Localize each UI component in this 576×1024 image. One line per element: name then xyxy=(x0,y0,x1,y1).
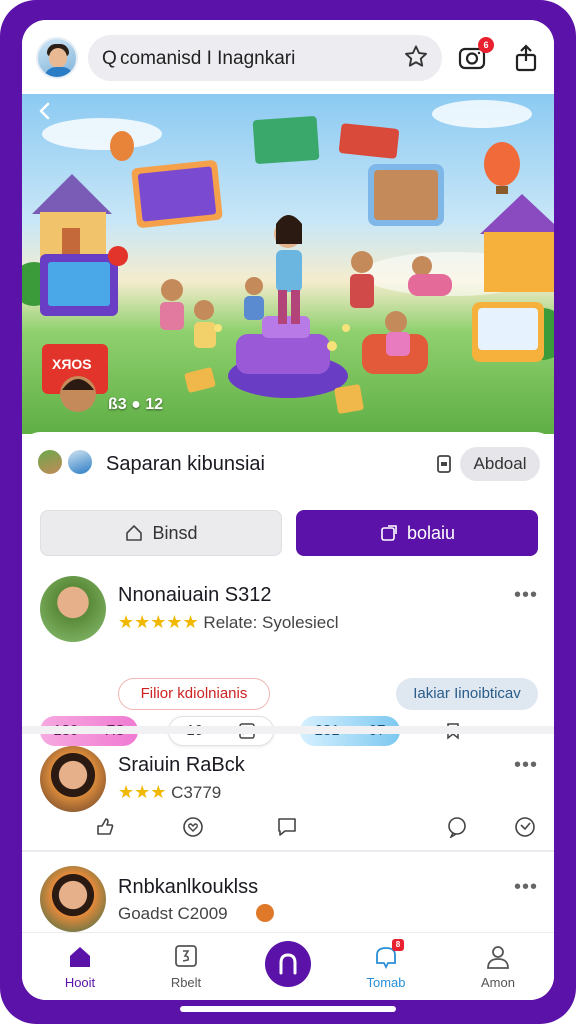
edit-icon xyxy=(381,525,397,541)
nav-profile[interactable]: Amon xyxy=(458,933,538,1000)
search-bar[interactable]: Q comanisd I Inagnkari xyxy=(88,35,442,81)
more-options-icon[interactable]: ••• xyxy=(514,876,538,899)
post-rating: ★★★★★ Relate: Syolesiecl xyxy=(118,612,339,633)
nav-notifications-label: Tomab xyxy=(366,975,406,990)
home-outline-icon xyxy=(126,525,143,541)
hero-illustration: XЯOS ß3 ● 12 xyxy=(22,94,554,434)
like-icon[interactable] xyxy=(94,816,116,838)
join-button[interactable]: Abdoal xyxy=(460,447,540,481)
star-icon[interactable] xyxy=(402,43,430,71)
document-icon[interactable] xyxy=(434,454,454,474)
post-author-name: Sraiuin RaBck xyxy=(118,754,245,776)
more-options-icon[interactable]: ••• xyxy=(514,584,538,607)
bottom-navigation: Hooit Rbelt 8 Tomab Amon xyxy=(22,932,554,1000)
nav-notifications[interactable]: 8 Tomab xyxy=(346,933,426,1000)
chat-bubble-icon[interactable] xyxy=(446,816,468,838)
post-author-avatar[interactable] xyxy=(40,866,106,932)
grid-icon xyxy=(175,945,197,967)
community-title: Saparan kibunsiai xyxy=(106,453,265,475)
post-author-name: Nnonaiuain S312 xyxy=(118,584,272,606)
notification-badge: 8 xyxy=(392,939,404,951)
post-rating: ★★★ C3779 xyxy=(118,782,221,803)
rating-stars: ★★★ xyxy=(118,782,167,802)
back-arrow-icon[interactable] xyxy=(34,100,56,122)
home-indicator[interactable] xyxy=(180,1006,396,1012)
post-author-avatar[interactable] xyxy=(40,576,106,642)
search-icon: Q xyxy=(102,48,117,69)
post-author-name: Rnbkanlkouklss xyxy=(118,876,259,898)
member-avatar[interactable] xyxy=(36,448,64,476)
hero-sign-text: XЯOS xyxy=(52,356,92,372)
top-bar: Q comanisd I Inagnkari 6 xyxy=(22,20,554,94)
nav-home[interactable]: Hooit xyxy=(40,933,120,1000)
primary-action-label: bolaiu xyxy=(406,522,456,543)
post-author-avatar[interactable] xyxy=(40,746,106,812)
hero-counter: ß3 ● 12 xyxy=(108,396,164,413)
more-options-icon[interactable]: ••• xyxy=(514,754,538,777)
camera-badge: 6 xyxy=(478,37,494,53)
comment-icon[interactable] xyxy=(276,816,298,838)
rating-stars: ★★★★★ xyxy=(118,612,199,632)
share-circle-icon[interactable] xyxy=(514,816,536,838)
reaction-badge-icon xyxy=(256,904,274,922)
create-button[interactable] xyxy=(265,941,311,987)
person-icon xyxy=(487,946,509,969)
nav-second-label: Rbelt xyxy=(170,975,202,990)
community-card: Saparan kibunsiai Abdoal Binsd bolaiu Nn… xyxy=(22,432,554,746)
nav-profile-label: Amon xyxy=(481,975,515,990)
section-divider xyxy=(22,726,554,734)
section-divider xyxy=(22,850,554,852)
post-meta: Goadst C2009 xyxy=(118,904,228,923)
hero-scene: XЯOS xyxy=(22,100,554,414)
nav-second[interactable]: Rbelt xyxy=(146,933,226,1000)
member-avatar[interactable] xyxy=(66,448,94,476)
search-input[interactable]: comanisd I Inagnkari xyxy=(120,48,295,70)
post-meta: C3779 xyxy=(171,783,222,802)
primary-action-button[interactable]: bolaiu xyxy=(296,510,538,556)
secondary-action-button[interactable]: Binsd xyxy=(40,510,282,556)
nav-home-label: Hooit xyxy=(64,975,96,990)
home-icon xyxy=(70,947,90,967)
post-tag-right[interactable]: Iakiar Iinoibticav xyxy=(396,678,538,710)
secondary-action-label: Binsd xyxy=(152,522,198,543)
profile-avatar[interactable] xyxy=(36,37,78,79)
arch-icon xyxy=(279,953,297,975)
share-icon[interactable] xyxy=(510,42,542,74)
post-tag-left[interactable]: Filior kdiolnianis xyxy=(118,678,270,710)
heart-icon[interactable] xyxy=(182,816,204,838)
app-screen: Q comanisd I Inagnkari 6 XЯOS ß3 ● 12 Sa… xyxy=(22,20,554,1000)
post-meta: Relate: Syolesiecl xyxy=(203,613,339,632)
